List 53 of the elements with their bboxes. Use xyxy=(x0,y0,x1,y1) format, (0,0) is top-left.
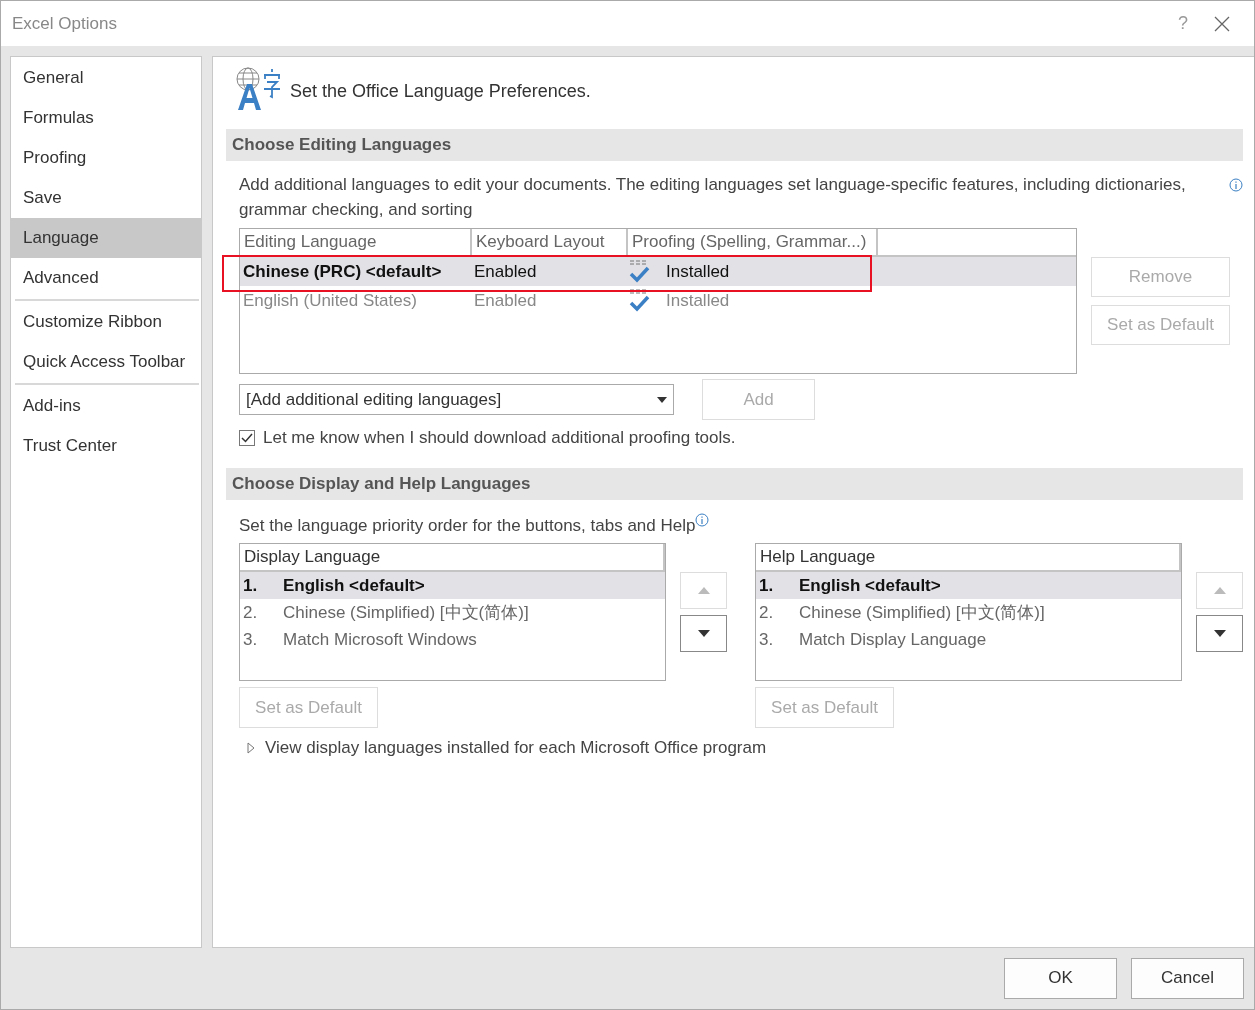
table-cell: Installed xyxy=(666,290,730,311)
list-item[interactable]: 1. English <default> xyxy=(240,572,665,599)
spellcheck-icon xyxy=(628,259,650,284)
up-arrow-icon xyxy=(697,587,710,594)
expander-link[interactable]: View display languages installed for each Microsoft Office program xyxy=(265,738,767,758)
column-header[interactable]: Keyboard Layout xyxy=(472,229,628,255)
checkbox-label[interactable]: Let me know when I should download additional proofing tools. xyxy=(263,428,736,448)
section-header: Choose Editing Languages xyxy=(226,129,1243,161)
table-cell-text: Chinese (PRC) <default> xyxy=(242,261,443,282)
sidebar-item[interactable]: Add-ins xyxy=(11,386,201,426)
page-heading: Set the Office Language Preferences. xyxy=(290,80,591,102)
language-dropdown[interactable]: [Add additional editing languages] xyxy=(239,384,674,415)
move-down-button[interactable] xyxy=(680,615,727,652)
list-item[interactable]: 3. Match Display Language xyxy=(756,626,1181,653)
column-header[interactable]: Proofing (Spelling, Grammar...) xyxy=(628,229,878,255)
down-arrow-icon xyxy=(1213,630,1226,637)
table-cell-text: Enabled xyxy=(473,290,538,311)
sidebar-item[interactable]: Advanced xyxy=(11,258,201,298)
checkbox[interactable] xyxy=(239,430,255,446)
down-arrow-icon xyxy=(697,630,710,637)
sidebar-item[interactable]: Formulas xyxy=(11,98,201,138)
list-item[interactable]: 2. Chinese (Simplified) [中文(简体)] xyxy=(756,599,1181,626)
expand-arrow-icon[interactable] xyxy=(247,742,255,754)
spellcheck-icon xyxy=(628,288,650,313)
sidebar-item[interactable]: Quick Access Toolbar xyxy=(11,342,201,382)
sidebar-item[interactable]: General xyxy=(11,58,201,98)
info-icon xyxy=(1229,178,1243,192)
table-row[interactable]: English (United States) Enabled Installed xyxy=(240,286,1076,315)
intro-text: Add additional languages to edit your documents. The editing languages set language-specific features, including dictionaries, grammar checking, and sorting xyxy=(239,174,1187,221)
move-down-button[interactable] xyxy=(1196,615,1243,652)
sidebar-item[interactable]: Trust Center xyxy=(11,426,201,466)
dialog-button[interactable]: Cancel xyxy=(1131,957,1244,999)
sidebar-item[interactable]: Save xyxy=(11,178,201,218)
section-header: Choose Display and Help Languages xyxy=(226,468,1243,500)
list-item[interactable]: 2. Chinese (Simplified) [中文(简体)] xyxy=(240,599,665,626)
table-cell: Installed xyxy=(666,261,730,282)
table-cell-text: Enabled xyxy=(473,261,538,282)
close-icon xyxy=(1214,15,1230,32)
list-item[interactable]: 1. English <default> xyxy=(756,572,1181,599)
sidebar-item[interactable]: Proofing xyxy=(11,138,201,178)
up-arrow-icon xyxy=(1213,587,1226,594)
list-item[interactable]: 3. Match Microsoft Windows xyxy=(240,626,665,653)
language-icon xyxy=(234,65,282,111)
info-icon xyxy=(695,513,710,527)
table-cell-text: English (United States) xyxy=(242,290,418,311)
intro-text: Set the language priority order for the buttons, tabs and Help xyxy=(239,515,696,537)
dialog-button[interactable]: OK xyxy=(1004,957,1117,999)
caret-icon xyxy=(657,396,667,403)
window-title: Excel Options xyxy=(12,13,117,34)
table-row[interactable]: Chinese (PRC) <default> Enabled Installed xyxy=(240,257,1076,286)
column-header[interactable]: Editing Language xyxy=(240,229,472,255)
sidebar-item[interactable]: Customize Ribbon xyxy=(11,302,201,342)
sidebar-item[interactable]: Language xyxy=(11,218,201,258)
